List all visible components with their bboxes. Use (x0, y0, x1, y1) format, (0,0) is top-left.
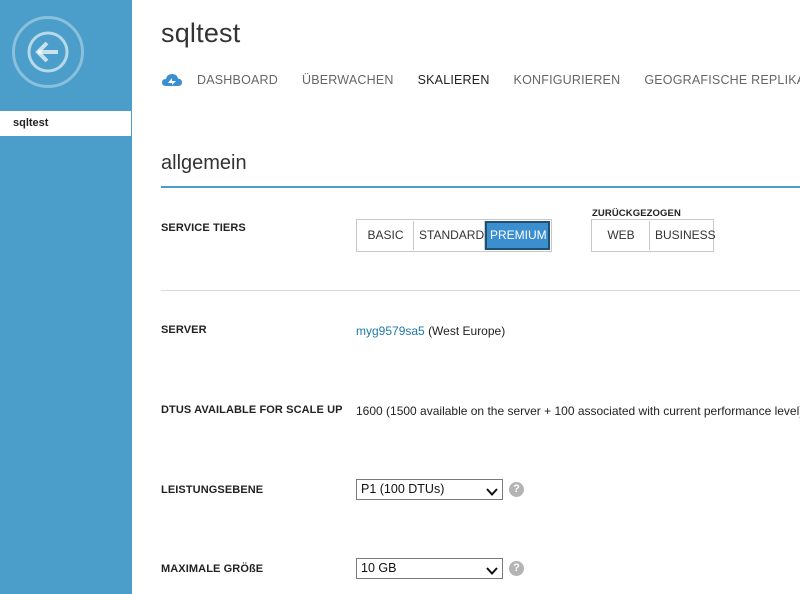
page-title: sqltest (161, 18, 241, 48)
chevron-down-icon (486, 484, 498, 496)
retired-tier-selector: WEB BUSINESS (591, 219, 716, 252)
max-size-label: MAXIMALE GRÖßE (161, 563, 264, 575)
tab-konfigurieren[interactable]: KONFIGURIEREN (514, 73, 621, 87)
performance-level-select[interactable]: P1 (100 DTUs) (356, 479, 503, 500)
cloud-sql-icon (161, 71, 183, 89)
tab-geografische-replikation[interactable]: GEOGRAFISCHE REPLIKATION (644, 73, 800, 87)
server-link[interactable]: myg9579sa5 (356, 324, 425, 338)
back-arrow-icon (26, 30, 70, 74)
server-label: SERVER (161, 324, 207, 336)
sidebar: sqltest (0, 0, 132, 594)
tab-dashboard[interactable]: DASHBOARD (197, 73, 278, 87)
sidebar-item-label: sqltest (13, 117, 49, 129)
chevron-down-icon (486, 563, 498, 575)
section-divider (161, 186, 800, 188)
tab-bar: DASHBOARD ÜBERWACHEN SKALIEREN KONFIGURI… (161, 70, 800, 90)
tier-basic-button[interactable]: BASIC (358, 221, 414, 250)
tier-standard-button[interactable]: STANDARD (414, 221, 485, 250)
tab-skalieren[interactable]: SKALIEREN (418, 73, 490, 87)
back-button[interactable] (12, 16, 84, 88)
service-tiers-label: SERVICE TIERS (161, 222, 246, 234)
dtus-value: 1600 (1500 available on the server + 100… (356, 404, 800, 418)
performance-level-label: LEISTUNGSEBENE (161, 484, 264, 496)
dtus-label: DTUS AVAILABLE FOR SCALE UP (161, 404, 343, 416)
server-region: (West Europe) (428, 324, 506, 338)
divider (161, 290, 800, 291)
server-value: myg9579sa5 (West Europe) (356, 324, 505, 338)
service-tier-selector: BASIC STANDARD PREMIUM (356, 219, 552, 252)
tab-ueberwachen[interactable]: ÜBERWACHEN (302, 73, 394, 87)
tier-web-button[interactable]: WEB (593, 221, 650, 250)
tier-premium-button[interactable]: PREMIUM (485, 221, 550, 250)
tier-business-button[interactable]: BUSINESS (650, 221, 716, 250)
retired-tiers-label: ZURÜCKGEZOGEN (592, 208, 681, 219)
help-icon[interactable]: ? (509, 561, 524, 576)
section-title: allgemein (161, 152, 247, 174)
max-size-value: 10 GB (361, 561, 397, 575)
sidebar-item-sqltest[interactable]: sqltest (0, 111, 131, 136)
help-icon[interactable]: ? (509, 482, 524, 497)
performance-level-value: P1 (100 DTUs) (361, 482, 445, 496)
max-size-select[interactable]: 10 GB (356, 558, 503, 579)
